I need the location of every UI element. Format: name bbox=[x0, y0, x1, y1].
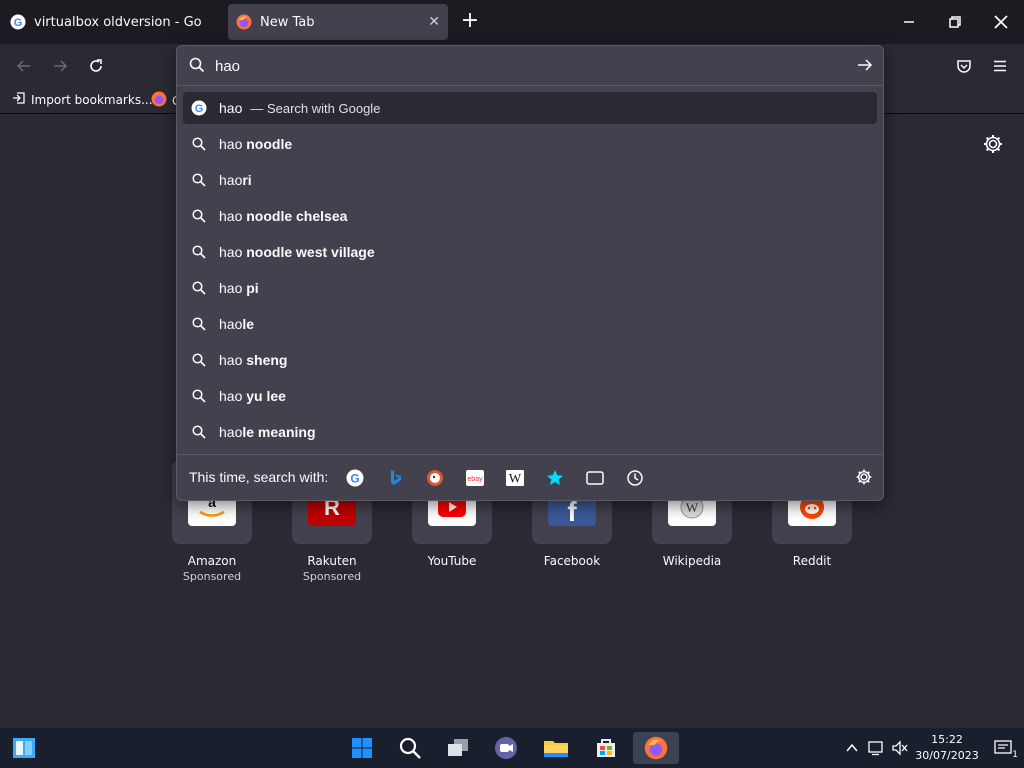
search-icon bbox=[191, 424, 207, 440]
search-icon bbox=[191, 136, 207, 152]
bookmarks-star-icon[interactable] bbox=[545, 468, 565, 488]
pocket-icon[interactable] bbox=[950, 52, 978, 80]
svg-text:W: W bbox=[509, 471, 522, 486]
url-input[interactable] bbox=[215, 55, 835, 77]
go-arrow-icon[interactable] bbox=[857, 57, 873, 77]
import-icon bbox=[12, 91, 26, 108]
close-icon[interactable] bbox=[978, 0, 1024, 44]
reload-icon[interactable] bbox=[82, 52, 110, 80]
clock-time: 15:22 bbox=[931, 733, 963, 746]
search-with-label: This time, search with: bbox=[189, 469, 329, 485]
google-icon[interactable]: G bbox=[345, 468, 365, 488]
search-icon bbox=[191, 280, 207, 296]
back-icon[interactable] bbox=[10, 52, 38, 80]
google-icon: G bbox=[191, 100, 207, 116]
firefox-icon bbox=[151, 91, 167, 110]
search-icon bbox=[191, 316, 207, 332]
new-tab-button[interactable]: + bbox=[458, 10, 482, 34]
tab-new-tab[interactable]: New Tab ✕ bbox=[228, 4, 448, 40]
search-icon bbox=[189, 57, 205, 77]
firefox-taskbar-icon[interactable] bbox=[633, 732, 679, 764]
search-icon[interactable] bbox=[392, 732, 428, 764]
search-with-bar: This time, search with: G ebay W bbox=[177, 454, 883, 500]
search-icon bbox=[191, 208, 207, 224]
suggestion-row[interactable]: hao le bbox=[183, 308, 877, 340]
suggestion-row[interactable]: hao yu lee bbox=[183, 380, 877, 412]
suggestion-row[interactable]: hao sheng bbox=[183, 344, 877, 376]
restore-icon[interactable] bbox=[932, 0, 978, 44]
svg-text:G: G bbox=[195, 103, 204, 115]
notifications-icon[interactable]: 1 bbox=[992, 738, 1018, 760]
svg-text:G: G bbox=[350, 472, 359, 486]
suggestion-row[interactable]: hao noodle west village bbox=[183, 236, 877, 268]
clock-date: 30/07/2023 bbox=[915, 749, 979, 762]
firefox-icon bbox=[236, 14, 252, 30]
title-bar: G virtualbox oldversion - Google Se New … bbox=[0, 0, 1024, 44]
bing-icon[interactable] bbox=[385, 468, 405, 488]
suggestion-row[interactable]: hao noodle chelsea bbox=[183, 200, 877, 232]
suggestion-row[interactable]: hao ri bbox=[183, 164, 877, 196]
tabs-icon[interactable] bbox=[585, 468, 605, 488]
widgets-icon[interactable] bbox=[6, 732, 42, 764]
network-icon[interactable] bbox=[866, 738, 886, 758]
close-tab-icon[interactable]: ✕ bbox=[428, 14, 440, 30]
volume-muted-icon[interactable] bbox=[890, 738, 910, 758]
task-view-icon[interactable] bbox=[440, 732, 476, 764]
personalize-gear-icon[interactable] bbox=[982, 133, 1004, 155]
file-explorer-icon[interactable] bbox=[538, 732, 574, 764]
suggestion-row[interactable]: hao le meaning bbox=[183, 416, 877, 448]
duckduckgo-icon[interactable] bbox=[425, 468, 445, 488]
windows-start-icon[interactable] bbox=[344, 732, 380, 764]
search-icon bbox=[191, 244, 207, 260]
search-icon bbox=[191, 388, 207, 404]
suggestion-row[interactable]: G hao — Search with Google bbox=[183, 92, 877, 124]
search-icon bbox=[191, 352, 207, 368]
ebay-icon[interactable]: ebay bbox=[465, 468, 485, 488]
urlbar-dropdown: G hao — Search with Google hao noodle ha… bbox=[176, 45, 884, 501]
wikipedia-icon[interactable]: W bbox=[505, 468, 525, 488]
suggestion-row[interactable]: hao pi bbox=[183, 272, 877, 304]
suggestion-row[interactable]: hao noodle bbox=[183, 128, 877, 160]
svg-text:ebay: ebay bbox=[467, 476, 483, 483]
teams-chat-icon[interactable] bbox=[488, 732, 524, 764]
menu-icon[interactable] bbox=[986, 52, 1014, 80]
svg-text:G: G bbox=[14, 17, 23, 29]
tab-google-search[interactable]: G virtualbox oldversion - Google Se bbox=[6, 4, 224, 40]
history-icon[interactable] bbox=[625, 468, 645, 488]
svg-text:W: W bbox=[686, 500, 699, 515]
chevron-up-icon[interactable] bbox=[842, 738, 862, 758]
tab-title: virtualbox oldversion - Google Se bbox=[34, 14, 202, 30]
taskbar: 15:22 30/07/2023 1 bbox=[0, 728, 1024, 768]
system-clock[interactable]: 15:22 30/07/2023 bbox=[912, 732, 982, 764]
notification-badge: 1 bbox=[1012, 750, 1018, 760]
google-icon: G bbox=[10, 14, 26, 30]
search-icon bbox=[191, 172, 207, 188]
search-settings-gear-icon[interactable] bbox=[855, 468, 873, 491]
minimize-icon[interactable] bbox=[886, 0, 932, 44]
forward-icon[interactable] bbox=[46, 52, 74, 80]
microsoft-store-icon[interactable] bbox=[588, 732, 624, 764]
import-bookmarks-button[interactable]: Import bookmarks... bbox=[12, 91, 153, 108]
tab-title: New Tab bbox=[260, 14, 315, 30]
urlbar bbox=[177, 46, 883, 86]
